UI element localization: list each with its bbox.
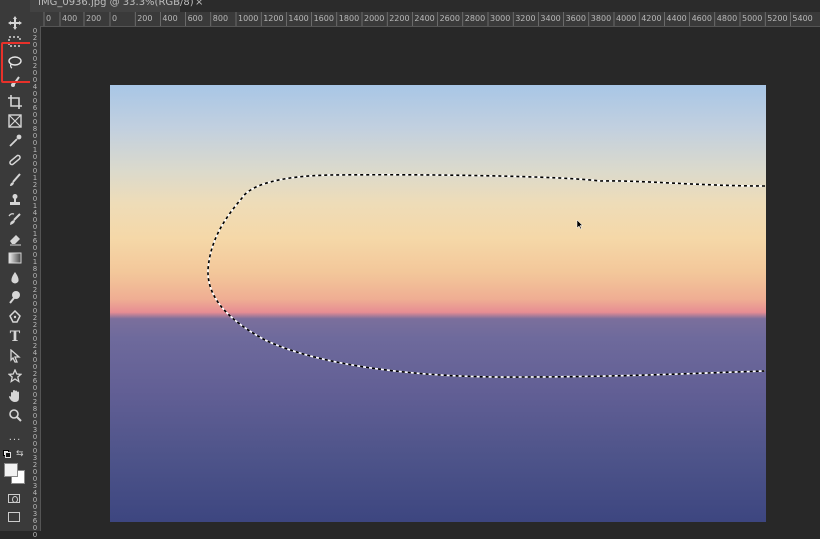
ruler-tick-label: 3000 [490, 14, 510, 23]
ruler-tick-label: 200 [86, 14, 101, 23]
swap-colors-icon[interactable]: ⇆ [16, 449, 24, 459]
stamp-icon[interactable] [3, 191, 27, 209]
ruler-tick-label: 2600 [440, 14, 460, 23]
screen-mode-icon[interactable] [8, 512, 20, 522]
horizontal-ruler[interactable]: 0 400 200 0 200 400 600 800 1000 1200 1400 1600 1800… [40, 12, 820, 27]
ruler-tick-label: 4000 [616, 14, 636, 23]
ruler-tick-label: 0 [32, 531, 38, 539]
ruler-tick-label: 3600 [566, 14, 586, 23]
bandage-icon[interactable] [3, 151, 27, 169]
ellipsis-icon[interactable]: ... [3, 428, 27, 446]
ruler-tick-label: 1600 [314, 14, 334, 23]
ruler-tick-label: 400 [62, 14, 77, 23]
ruler-tick-label: 4200 [641, 14, 661, 23]
ruler-tick-label: 0 [46, 14, 51, 23]
ruler-tick-label: 600 [188, 14, 203, 23]
ruler-tick-label: 4800 [717, 14, 737, 23]
history-brush-icon[interactable] [3, 210, 27, 228]
document-tab-title: IMG_0936.jpg @ 33.3%(RGB/8) [38, 0, 194, 8]
move-icon[interactable] [3, 14, 27, 32]
ruler-tick-label: 2000 [364, 14, 384, 23]
eraser-icon[interactable] [3, 230, 27, 248]
foreground-color-swatch[interactable] [4, 463, 18, 477]
ruler-origin[interactable] [30, 12, 40, 26]
ruler-tick-label: 800 [213, 14, 228, 23]
frame-icon[interactable] [3, 112, 27, 130]
ruler-tick-label: 5200 [767, 14, 787, 23]
close-icon[interactable]: × [195, 0, 203, 8]
ruler-tick-label: 0 [112, 14, 117, 23]
quick-mask-icon[interactable] [8, 494, 20, 503]
ruler-tick-label: 200 [137, 14, 152, 23]
ruler-tick-label: 1400 [288, 14, 308, 23]
ruler-tick-label: 400 [162, 14, 177, 23]
crop-icon[interactable] [3, 93, 27, 111]
vertical-ruler[interactable]: 0200020040060080010001200140016001800200… [30, 26, 41, 539]
ruler-tick-label: 1200 [263, 14, 283, 23]
ruler-tick-label: 5000 [742, 14, 762, 23]
ruler-tick-label: 1000 [238, 14, 258, 23]
ruler-tick-label: 3400 [540, 14, 560, 23]
ruler-tick-label: 3200 [515, 14, 535, 23]
document-tab[interactable]: IMG_0936.jpg @ 33.3%(RGB/8) [30, 0, 194, 12]
ruler-tick-label: 4600 [692, 14, 712, 23]
hand-icon[interactable] [3, 387, 27, 405]
type-icon[interactable]: T [3, 328, 27, 346]
dodge-icon[interactable] [3, 288, 27, 306]
ruler-tick-label: 4400 [666, 14, 686, 23]
gradient-icon[interactable] [3, 249, 27, 267]
ruler-tick-label: 1800 [339, 14, 359, 23]
ruler-tick-label: 2800 [465, 14, 485, 23]
eyedropper-icon[interactable] [3, 132, 27, 150]
star-icon[interactable] [3, 367, 27, 385]
ruler-tick-label: 3800 [591, 14, 611, 23]
document-image[interactable] [110, 85, 766, 522]
ruler-tick-label: 2400 [414, 14, 434, 23]
drop-icon[interactable] [3, 269, 27, 287]
document-tab-bar: IMG_0936.jpg @ 33.3%(RGB/8) × [30, 0, 820, 12]
ruler-tick-label: 2200 [389, 14, 409, 23]
arrow-icon[interactable] [3, 347, 27, 365]
zoom-icon[interactable] [3, 406, 27, 424]
default-colors-icon[interactable] [3, 450, 11, 458]
ruler-tick-label: 5400 [792, 14, 812, 23]
pen-icon[interactable] [3, 308, 27, 326]
brush-icon[interactable] [3, 171, 27, 189]
